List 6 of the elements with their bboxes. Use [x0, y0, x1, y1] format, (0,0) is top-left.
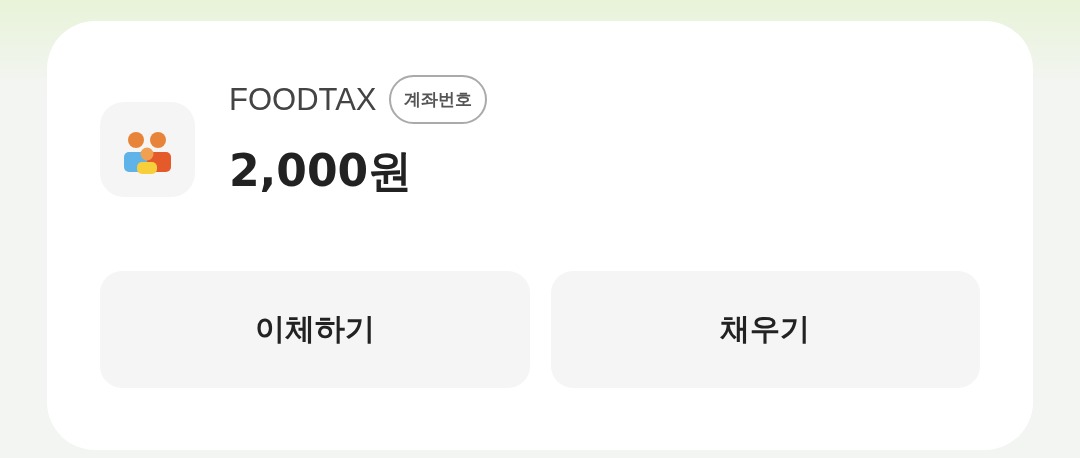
balance-amount: 2,000원 — [229, 144, 414, 198]
action-button[interactable]: 채우기 — [550, 271, 980, 388]
action-button[interactable]: 이체하기 — [100, 271, 530, 388]
family-icon — [100, 102, 195, 197]
account-number-button[interactable]: 계좌번호 — [388, 75, 487, 124]
account-name: FOODTAX — [229, 81, 377, 118]
